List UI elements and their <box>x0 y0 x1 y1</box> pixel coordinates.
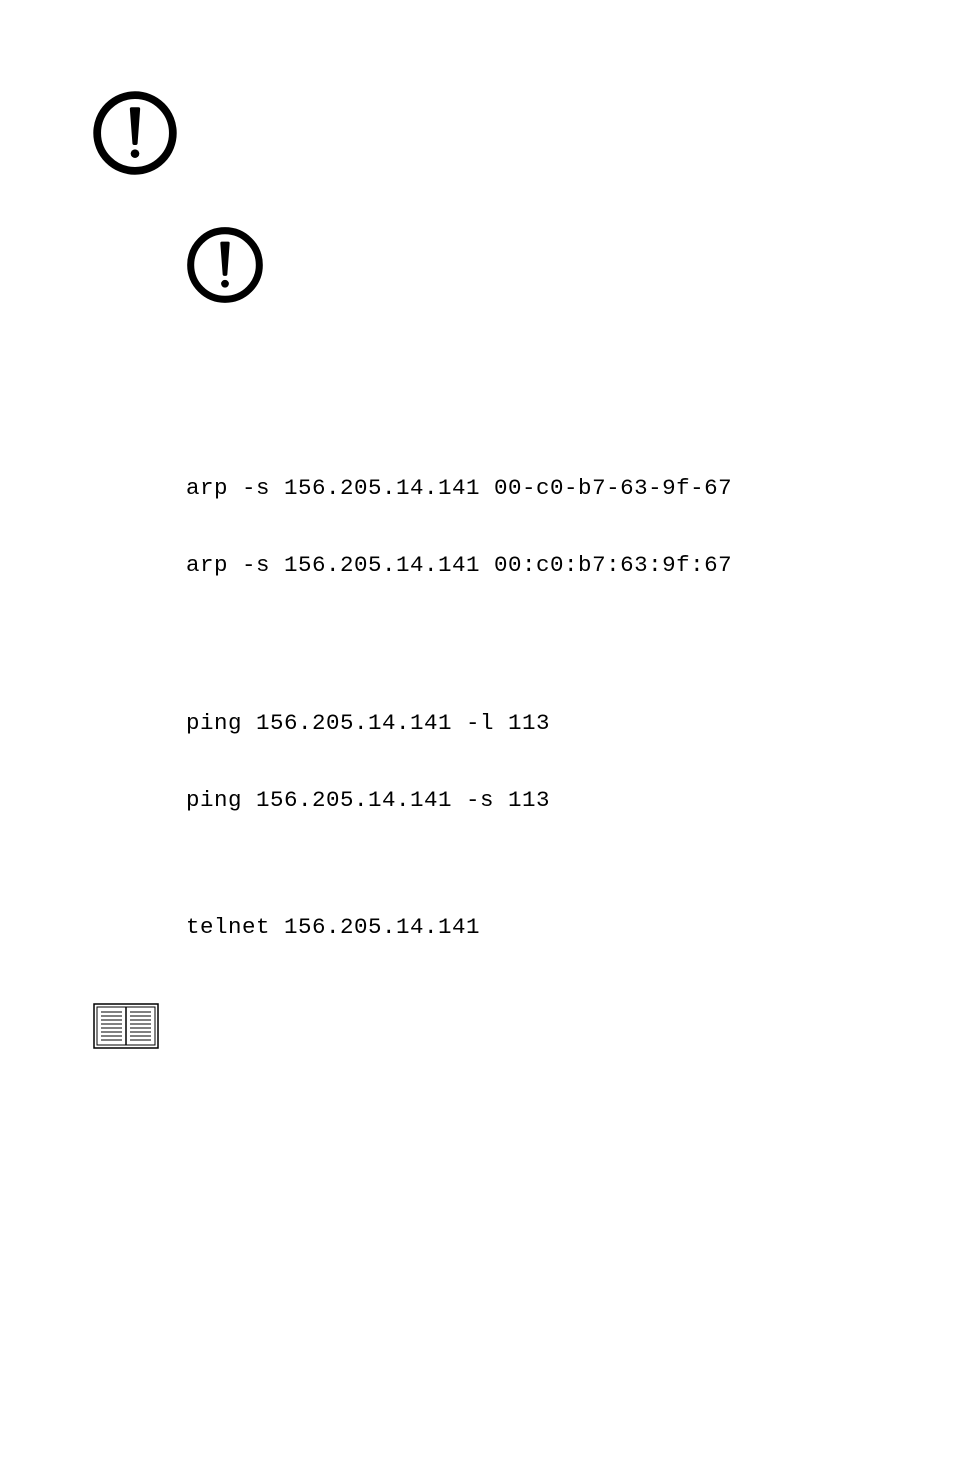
code-section: arp -s 156.205.14.141 00-c0-b7-63-9f-67 … <box>186 474 856 942</box>
telnet-command: telnet 156.205.14.141 <box>186 913 856 942</box>
ping-unix-command: ping 156.205.14.141 -s 113 <box>186 786 856 815</box>
alert-icon <box>186 226 264 304</box>
book-icon <box>92 1000 856 1052</box>
alert-icon <box>92 90 178 176</box>
arp-unix-command: arp -s 156.205.14.141 00:c0:b7:63:9f:67 <box>186 551 856 580</box>
ping-windows-command: ping 156.205.14.141 -l 113 <box>186 709 856 738</box>
arp-windows-command: arp -s 156.205.14.141 00-c0-b7-63-9f-67 <box>186 474 856 503</box>
document-page: arp -s 156.205.14.141 00-c0-b7-63-9f-67 … <box>0 0 954 1112</box>
